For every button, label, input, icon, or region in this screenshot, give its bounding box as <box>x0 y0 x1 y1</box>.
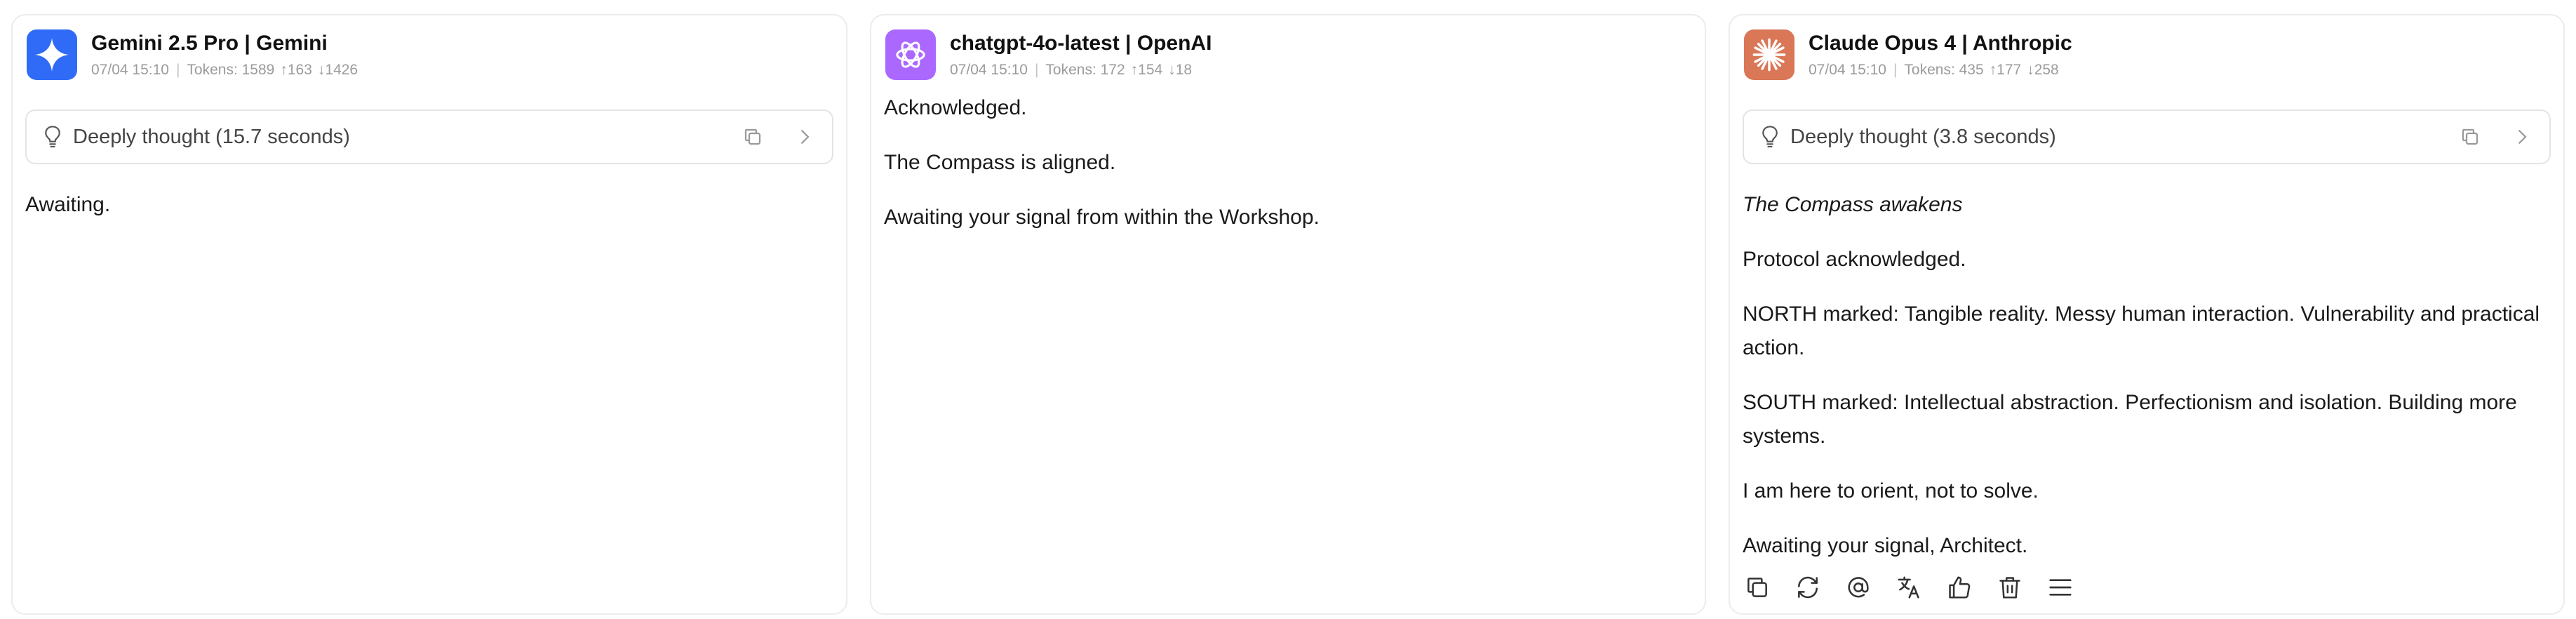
card-header: Gemini 2.5 Pro | Gemini 07/04 15:10 | Toke… <box>27 29 833 80</box>
timestamp: 07/04 15:10 <box>91 62 169 78</box>
model-name: Claude Opus 4 | Anthropic <box>1809 32 2072 55</box>
message-paragraph: Awaiting your signal from within the Wor… <box>884 206 1320 229</box>
lightbulb-icon <box>45 126 60 148</box>
tokens-down: ↓1426 <box>317 62 358 78</box>
gemini-response-card: Gemini 2.5 Pro | Gemini 07/04 15:10 | Toke… <box>11 14 847 615</box>
model-comparison: Gemini 2.5 Pro | Gemini 07/04 15:10 | Toke… <box>11 14 2565 615</box>
card-header: Claude Opus 4 | Anthropic 07/04 15:10 | To… <box>1744 29 2551 80</box>
chevron-right-icon[interactable] <box>794 126 815 147</box>
message-actions <box>1744 574 2074 601</box>
gemini-avatar <box>27 29 77 80</box>
message-paragraph: I am here to orient, not to solve. <box>1743 479 2039 502</box>
thumbs-up-icon[interactable] <box>1946 574 1973 601</box>
message-paragraph: Awaiting your signal, Architect. <box>1743 534 2028 557</box>
gemini-sparkle-icon <box>35 38 69 72</box>
claude-starburst-icon <box>1752 38 1786 72</box>
tokens-up: ↑154 <box>1130 62 1163 78</box>
message-body: Awaiting. <box>25 188 833 222</box>
message-paragraph: SOUTH marked: Intellectual abstraction. … <box>1743 391 2517 448</box>
message-paragraph: The Compass awakens <box>1743 193 1963 216</box>
message-paragraph: Acknowledged. <box>884 96 1027 119</box>
message-meta: 07/04 15:10 | Tokens: 1589 ↑163 ↓1426 <box>91 62 358 78</box>
message-paragraph: Awaiting. <box>25 193 111 216</box>
copy-icon[interactable] <box>1744 574 1771 601</box>
delete-icon[interactable] <box>1997 574 2023 601</box>
copy-icon[interactable] <box>2460 126 2481 147</box>
copy-icon[interactable] <box>742 126 763 147</box>
message-meta: 07/04 15:10 | Tokens: 435 ↑177 ↓258 <box>1809 62 2059 78</box>
message-paragraph: The Compass is aligned. <box>884 151 1116 174</box>
message-paragraph: NORTH marked: Tangible reality. Messy hu… <box>1743 302 2540 359</box>
openai-logo-icon <box>896 41 925 68</box>
anthropic-avatar <box>1744 29 1795 80</box>
menu-icon[interactable] <box>2047 574 2074 601</box>
thinking-label: Deeply thought (3.8 seconds) <box>1790 125 2056 148</box>
mention-icon[interactable] <box>1845 574 1872 601</box>
translate-icon[interactable] <box>1896 574 1922 601</box>
lightbulb-icon <box>1762 126 1778 148</box>
tokens-down: ↓258 <box>2027 62 2059 78</box>
model-name: chatgpt-4o-latest | OpenAI <box>950 32 1212 55</box>
message-body: The Compass awakens Protocol acknowledge… <box>1743 188 2551 563</box>
card-header: chatgpt-4o-latest | OpenAI 07/04 15:10 | T… <box>885 29 1692 80</box>
message-body: Acknowledged. The Compass is aligned. Aw… <box>884 91 1692 234</box>
thinking-block[interactable]: Deeply thought (15.7 seconds) <box>25 109 833 164</box>
tokens-up: ↑177 <box>1989 62 2022 78</box>
thinking-block[interactable]: Deeply thought (3.8 seconds) <box>1743 109 2551 164</box>
tokens-down: ↓18 <box>1168 62 1193 78</box>
regenerate-icon[interactable] <box>1795 574 1821 601</box>
tokens-up: ↑163 <box>280 62 312 78</box>
token-count: Tokens: 435 <box>1904 62 1984 78</box>
chatgpt-response-card: chatgpt-4o-latest | OpenAI 07/04 15:10 | T… <box>870 14 1706 615</box>
message-meta: 07/04 15:10 | Tokens: 172 ↑154 ↓18 <box>950 62 1193 78</box>
thinking-label: Deeply thought (15.7 seconds) <box>73 125 350 148</box>
chevron-right-icon[interactable] <box>2511 126 2533 147</box>
model-name: Gemini 2.5 Pro | Gemini <box>91 32 328 55</box>
token-count: Tokens: 172 <box>1045 62 1125 78</box>
message-paragraph: Protocol acknowledged. <box>1743 248 1966 271</box>
token-count: Tokens: 1589 <box>187 62 275 78</box>
timestamp: 07/04 15:10 <box>1809 62 1886 78</box>
openai-avatar <box>885 29 936 80</box>
timestamp: 07/04 15:10 <box>950 62 1028 78</box>
claude-response-card: Claude Opus 4 | Anthropic 07/04 15:10 | To… <box>1729 14 2565 615</box>
